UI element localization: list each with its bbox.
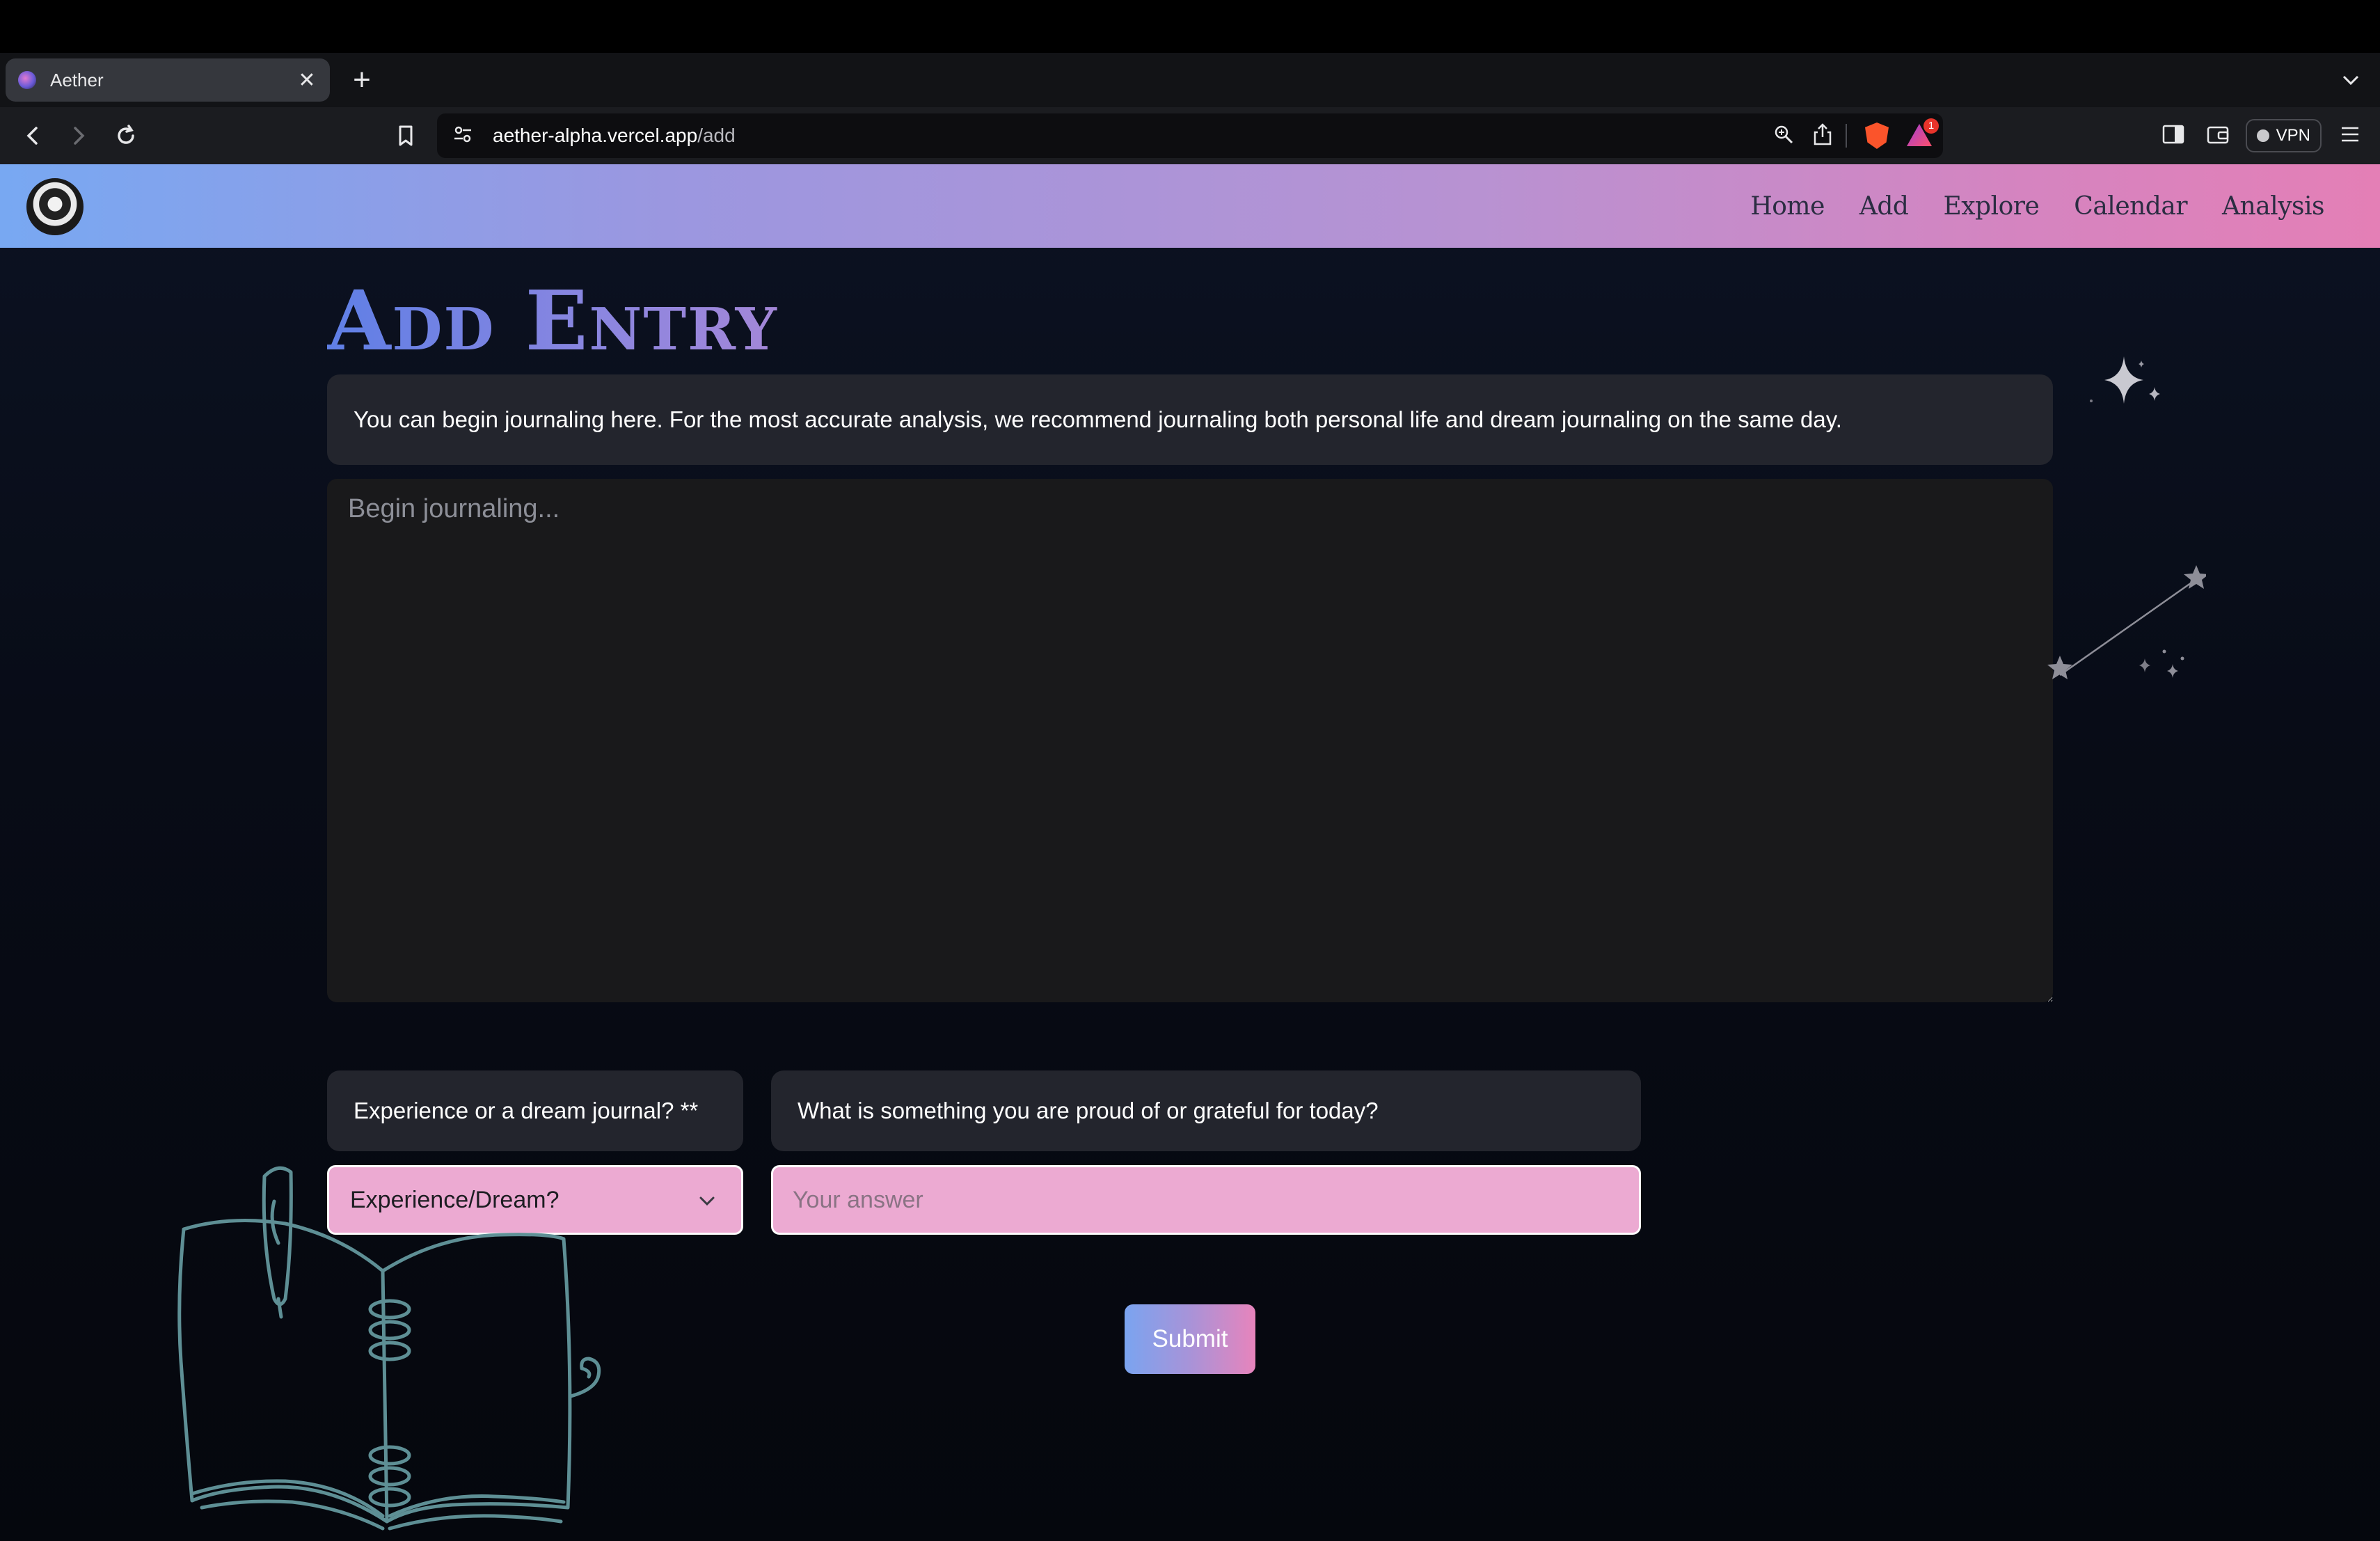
intro-text: You can begin journaling here. For the m… [354, 406, 1842, 432]
site-favicon-icon [18, 71, 36, 89]
chevron-down-icon [697, 1191, 717, 1218]
constellation-icon [2047, 565, 2206, 679]
browser-tab[interactable]: Aether ✕ [6, 58, 330, 102]
intro-text-box: You can begin journaling here. For the m… [327, 374, 2053, 465]
url-host: aether-alpha.vercel.app [493, 125, 698, 146]
os-top-bar [0, 0, 2380, 53]
sparkle-stars-icon [2090, 356, 2160, 404]
question-grateful: What is something you are proud of or gr… [771, 1070, 1641, 1151]
zoom-icon[interactable] [1773, 124, 1794, 148]
page-content: Home Add Explore Calendar Analysis Add E… [0, 164, 2380, 1541]
url-path: /add [697, 125, 736, 146]
site-settings-icon[interactable] [452, 124, 473, 148]
address-bar[interactable]: aether-alpha.vercel.app/add 1 [437, 113, 1943, 158]
submit-button[interactable]: Submit [1125, 1304, 1255, 1374]
question-entry-type-text: Experience or a dream journal? ** [354, 1098, 699, 1123]
wallet-icon[interactable] [2207, 124, 2229, 148]
vpn-button[interactable]: VPN [2245, 119, 2322, 152]
vpn-label: VPN [2276, 126, 2310, 145]
tab-list-chevron-icon[interactable] [2337, 63, 2365, 97]
question-entry-type: Experience or a dream journal? ** [327, 1070, 743, 1151]
sidebar-toggle-icon[interactable] [2162, 124, 2184, 148]
menu-icon[interactable] [2340, 125, 2361, 148]
brave-rewards-icon[interactable]: 1 [1907, 118, 1939, 148]
nav-link-analysis[interactable]: Analysis [2222, 192, 2324, 221]
back-arrow-icon[interactable] [17, 120, 49, 152]
notebook-doodle-icon [177, 1166, 601, 1531]
url-text: aether-alpha.vercel.app/add [493, 125, 736, 147]
divider [1846, 124, 1847, 148]
bookmark-icon[interactable] [390, 120, 422, 152]
grateful-answer-input[interactable] [771, 1165, 1641, 1235]
close-tab-icon[interactable]: ✕ [296, 68, 317, 93]
journal-textarea[interactable] [327, 479, 2053, 1002]
forward-arrow-icon[interactable] [63, 120, 95, 152]
tab-strip: Aether ✕ + [0, 53, 2380, 107]
nav-link-add[interactable]: Add [1859, 192, 1909, 221]
reload-icon[interactable] [110, 120, 142, 152]
vpn-status-icon [2256, 129, 2269, 142]
tab-title: Aether [50, 69, 104, 90]
nav-link-explore[interactable]: Explore [1943, 192, 2039, 221]
rewards-badge: 1 [1923, 118, 1939, 134]
nav-link-home[interactable]: Home [1750, 192, 1825, 221]
site-logo-avatar[interactable] [26, 178, 84, 235]
page-title: Add Entry [327, 272, 778, 369]
browser-toolbar: aether-alpha.vercel.app/add 1 VPN [0, 107, 2380, 164]
question-grateful-text: What is something you are proud of or gr… [798, 1098, 1379, 1123]
new-tab-icon[interactable]: + [348, 63, 376, 97]
share-icon[interactable] [1812, 123, 1833, 150]
site-navbar: Home Add Explore Calendar Analysis [0, 164, 2380, 248]
brave-shields-icon[interactable] [1865, 123, 1889, 149]
nav-link-calendar[interactable]: Calendar [2074, 192, 2187, 221]
